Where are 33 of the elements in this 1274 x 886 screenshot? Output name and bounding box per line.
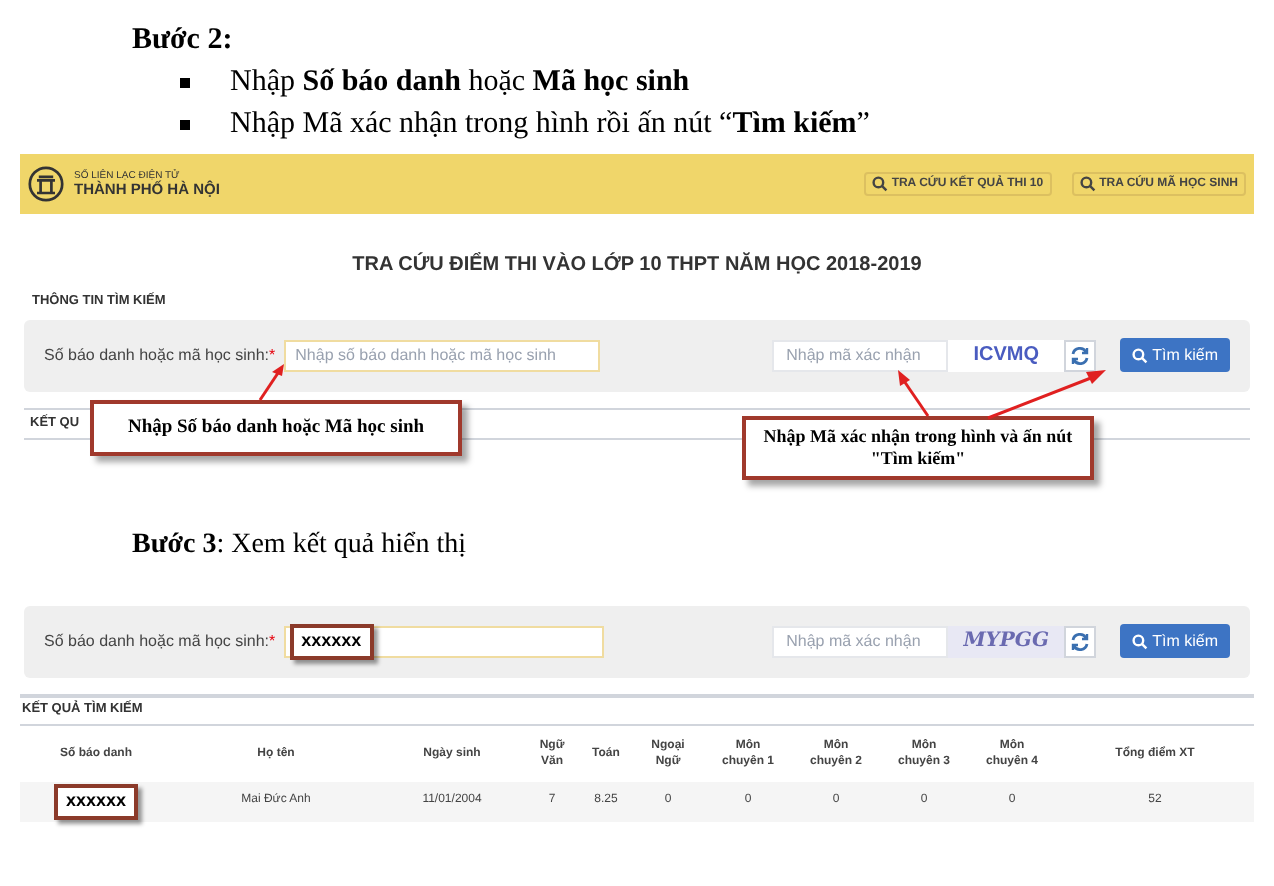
page-title: TRA CỨU ĐIỂM THI VÀO LỚP 10 THPT NĂM HỌC 2018-2019: [350, 250, 924, 280]
id-field[interactable]: xxxxxx: [283, 625, 604, 658]
captcha-image: MYPGG: [948, 625, 1065, 658]
field-label: Số báo danh hoặc mã học sinh:*: [44, 629, 276, 654]
table-cell: xxxxxx: [53, 784, 139, 819]
search-icon: [1132, 633, 1149, 650]
step-heading: Bước 2:: [132, 22, 235, 60]
bullet-text: Nhập Số báo danh hoặc Mã học sinh: [230, 64, 690, 102]
arrow-drawing: [984, 368, 1108, 420]
refresh-button[interactable]: [1064, 625, 1097, 658]
refresh-button[interactable]: [1064, 339, 1097, 372]
arrow-drawing: [256, 362, 288, 402]
emblem-icon: [28, 166, 64, 202]
step-text: Bước 3: Xem kết quả hiển thị: [132, 527, 469, 564]
refresh-icon: [1070, 631, 1091, 652]
callout-box: Nhập Mã xác nhận trong hình và ấn nút "Tìm kiếm": [742, 416, 1094, 480]
id-field[interactable]: Nhập số báo danh hoặc mã học sinh: [283, 339, 600, 372]
bullet-icon: [180, 120, 190, 130]
arrow-drawing: [894, 368, 934, 418]
field-label: Số báo danh hoặc mã học sinh:*: [44, 343, 276, 368]
search-button[interactable]: Tìm kiếm: [1120, 624, 1230, 659]
captcha-field[interactable]: Nhập mã xác nhận: [772, 625, 949, 658]
refresh-icon: [1070, 345, 1091, 366]
search-icon: [871, 176, 888, 192]
captcha-image: ICVMQ: [948, 339, 1065, 372]
bullet-text: Nhập Mã xác nhận trong hình rồi ấn nút “Tìm kiếm”: [230, 106, 870, 144]
search-icon: [1079, 176, 1096, 192]
search-icon: [1132, 347, 1149, 364]
search-button[interactable]: Tìm kiếm: [1120, 338, 1230, 373]
captcha-field[interactable]: Nhập mã xác nhận: [772, 339, 949, 372]
callout-box: Nhập Số báo danh hoặc Mã học sinh: [90, 400, 462, 456]
bullet-icon: [180, 78, 190, 88]
id-value: xxxxxx: [289, 624, 374, 659]
